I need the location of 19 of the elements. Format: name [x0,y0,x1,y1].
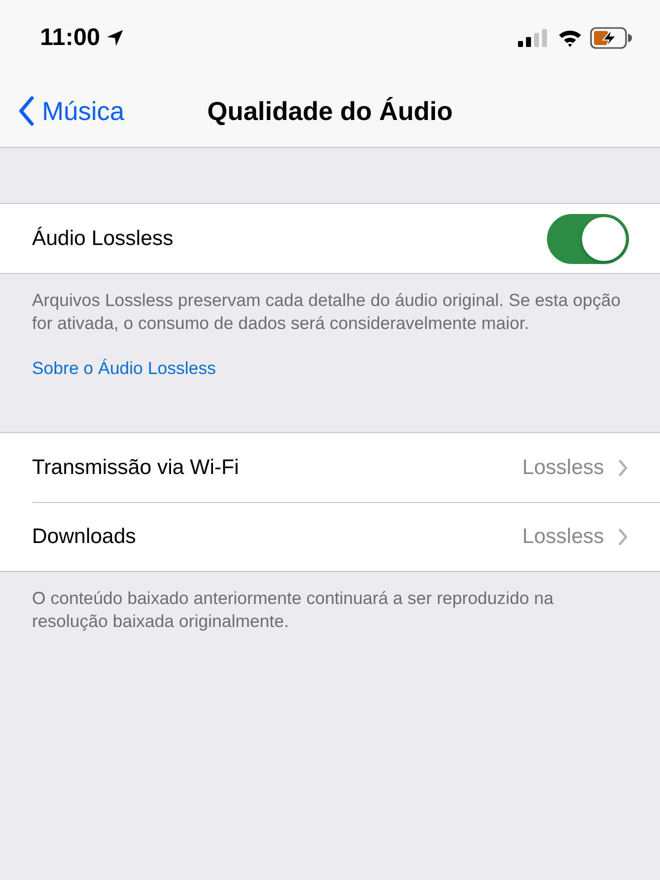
battery-charging-icon [590,26,632,48]
chevron-right-icon [618,528,628,546]
chevron-right-icon [618,458,628,476]
footer-text: Arquivos Lossless preservam cada detalhe do áudio original. Se esta opção for ativada, o consumo de dados será consideravelmente maior. [32,289,622,335]
row-label: Áudio Lossless [32,226,174,250]
row-value: Lossless [522,524,604,548]
nav-title: Qualidade do Áudio [207,96,453,126]
row-value: Lossless [522,456,604,480]
footer-link[interactable]: Sobre o Áudio Lossless [32,357,216,380]
row-label: Downloads [32,524,137,548]
chevron-left-icon [18,96,34,126]
row-label: Transmissão via Wi-Fi [32,456,240,480]
location-arrow-icon [106,28,124,46]
status-time: 11:00 [40,24,100,52]
signal-icon [518,28,548,48]
toggle-switch[interactable] [547,214,629,264]
wifi-icon [558,28,582,46]
back-button[interactable]: Música [18,75,124,147]
footer-text: O conteúdo baixado anteriormente continuará a ser reproduzido na resolução baixada originalmente. [32,587,554,633]
